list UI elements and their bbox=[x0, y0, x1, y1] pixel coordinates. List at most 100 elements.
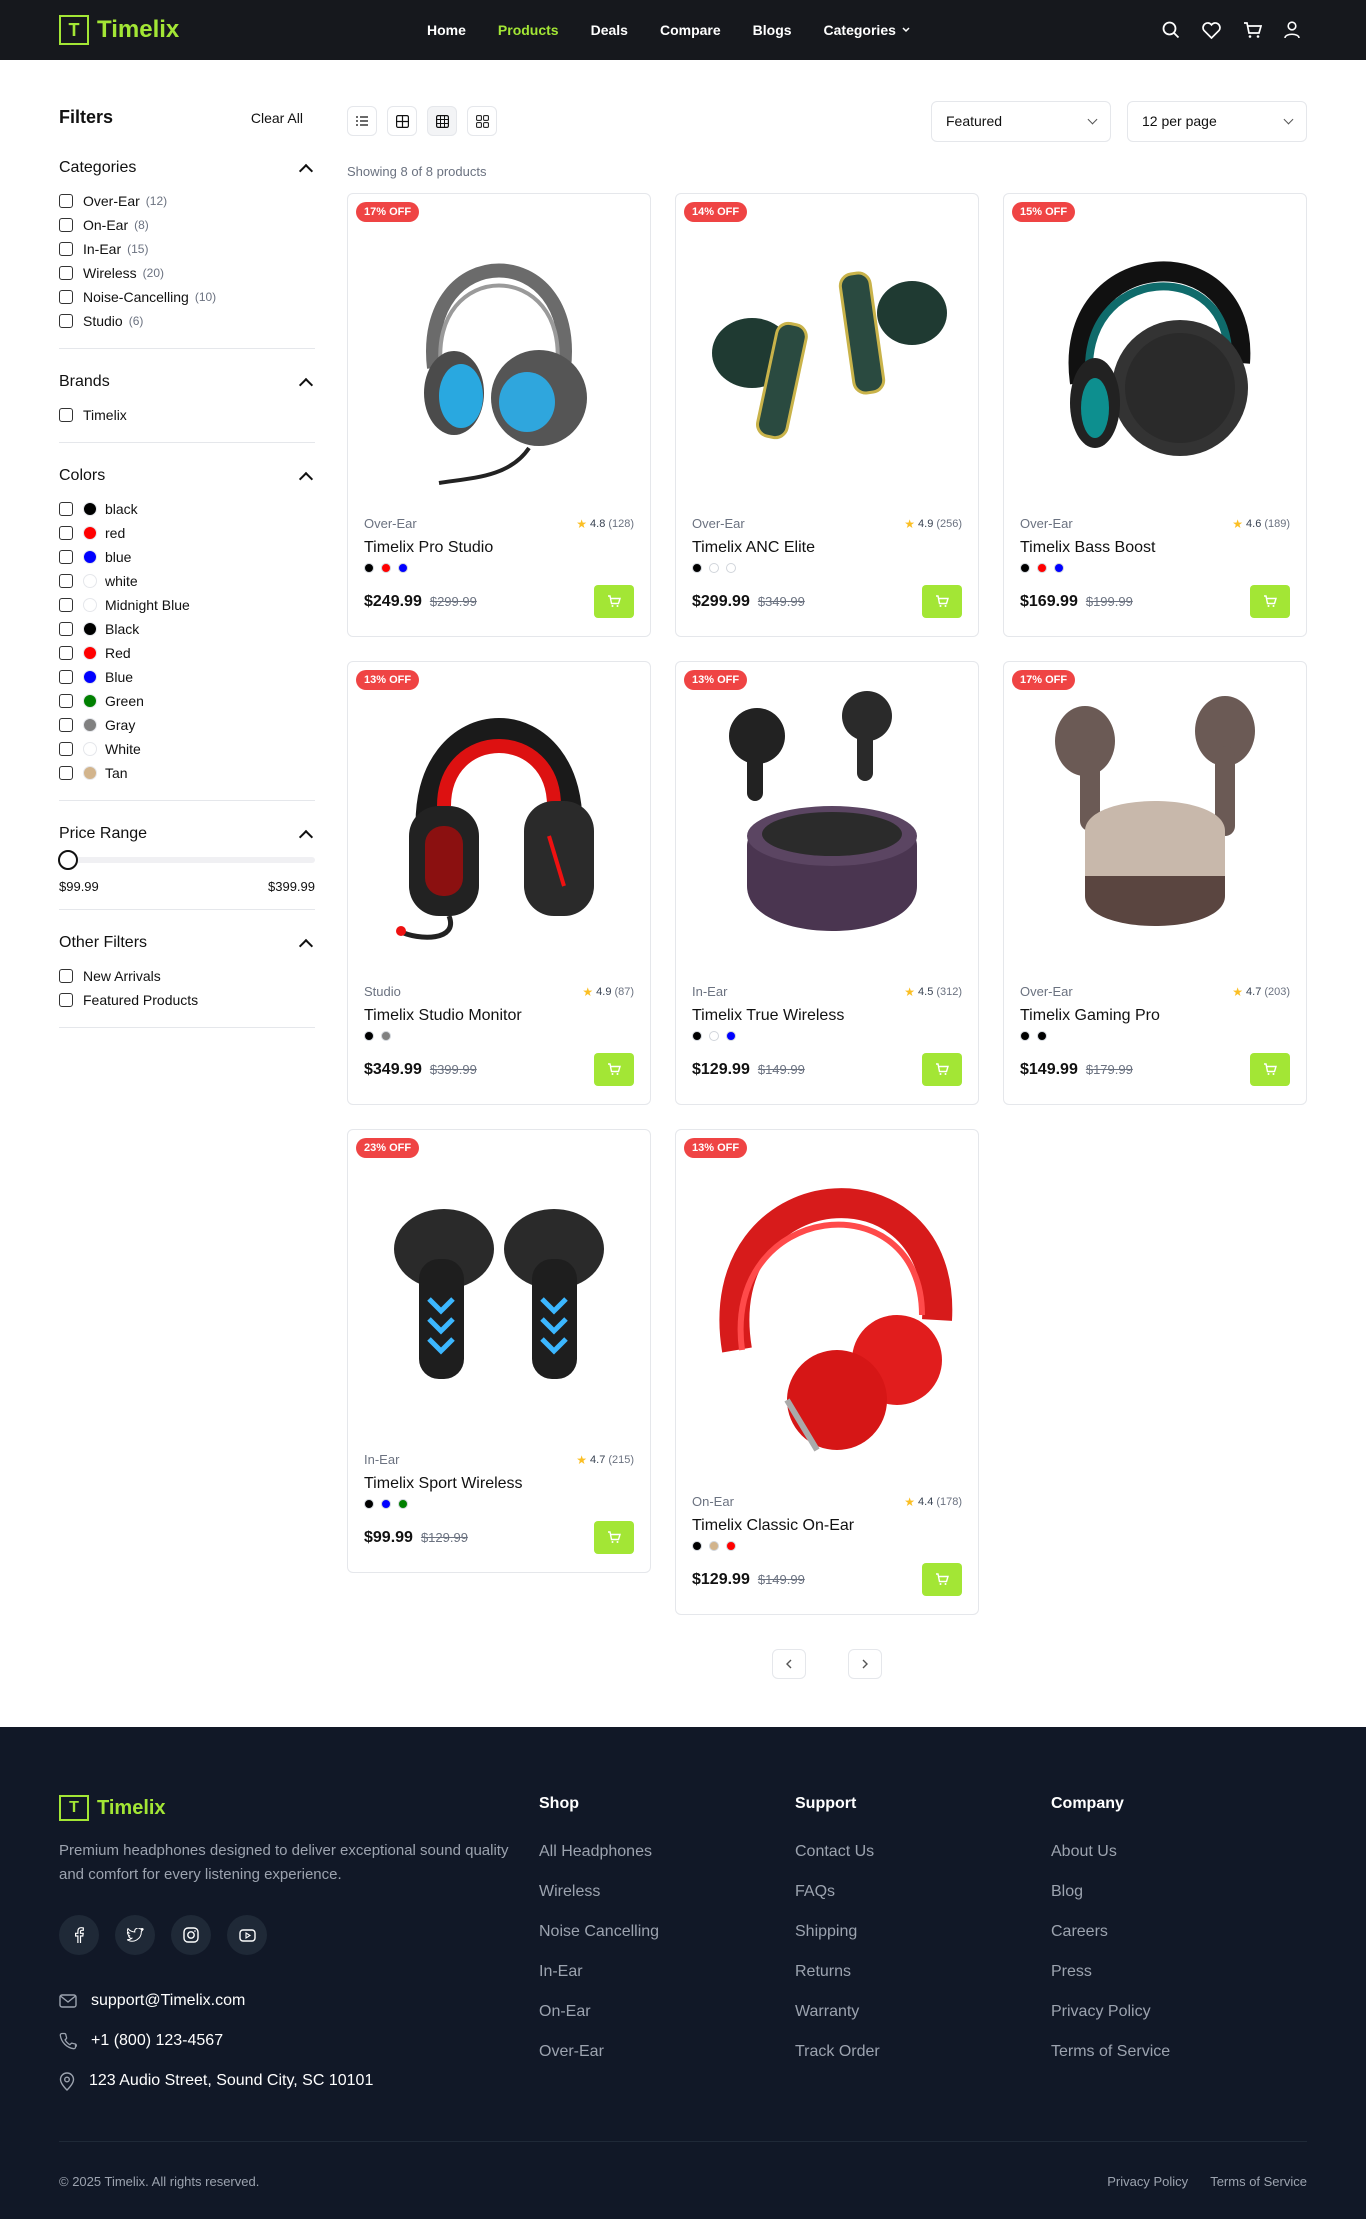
instagram-icon[interactable] bbox=[171, 1915, 211, 1955]
product-name[interactable]: Timelix Studio Monitor bbox=[364, 1007, 634, 1025]
checkbox[interactable] bbox=[59, 969, 73, 983]
add-to-cart-button[interactable] bbox=[594, 585, 634, 618]
checkbox[interactable] bbox=[59, 242, 73, 256]
checkbox[interactable] bbox=[59, 766, 73, 780]
price-toggle[interactable]: Price Range bbox=[59, 825, 315, 844]
product-card[interactable]: 14% OFF Over-Ear ★ 4.9 (256) Timelix ANC Elit… bbox=[675, 193, 979, 637]
color-swatch[interactable] bbox=[364, 1499, 374, 1509]
checkbox[interactable] bbox=[59, 290, 73, 304]
checkbox[interactable] bbox=[59, 598, 73, 612]
footer-link[interactable]: Careers bbox=[1051, 1923, 1307, 1963]
sort-select[interactable]: Featured bbox=[931, 100, 1111, 142]
footer-link[interactable]: Over-Ear bbox=[539, 2043, 795, 2083]
per-page-select[interactable]: 12 per page bbox=[1127, 100, 1307, 142]
color-swatch[interactable] bbox=[381, 563, 391, 573]
checkbox[interactable] bbox=[59, 646, 73, 660]
contact-phone[interactable]: +1 (800) 123-4567 bbox=[59, 2021, 539, 2061]
checkbox[interactable] bbox=[59, 718, 73, 732]
brand-checkbox[interactable]: Timelix bbox=[59, 403, 315, 427]
checkbox[interactable] bbox=[59, 574, 73, 588]
featured-checkbox[interactable]: Featured Products bbox=[59, 988, 315, 1012]
product-name[interactable]: Timelix Pro Studio bbox=[364, 539, 634, 557]
product-name[interactable]: Timelix Gaming Pro bbox=[1020, 1007, 1290, 1025]
facebook-icon[interactable] bbox=[59, 1915, 99, 1955]
color-checkbox[interactable]: white bbox=[59, 569, 315, 593]
logo[interactable]: T Timelix bbox=[59, 15, 179, 45]
footer-link[interactable]: Returns bbox=[795, 1963, 1051, 2003]
grid-3-view-button[interactable] bbox=[427, 106, 457, 136]
checkbox[interactable] bbox=[59, 526, 73, 540]
product-image[interactable] bbox=[1020, 194, 1290, 512]
checkbox[interactable] bbox=[59, 408, 73, 422]
product-name[interactable]: Timelix Bass Boost bbox=[1020, 539, 1290, 557]
product-image[interactable] bbox=[364, 194, 634, 512]
checkbox[interactable] bbox=[59, 266, 73, 280]
footer-link[interactable]: Wireless bbox=[539, 1883, 795, 1923]
color-checkbox[interactable]: Black bbox=[59, 617, 315, 641]
prev-page-button[interactable] bbox=[772, 1649, 806, 1679]
color-swatch[interactable] bbox=[1037, 563, 1047, 573]
search-icon[interactable] bbox=[1162, 21, 1180, 39]
color-swatch[interactable] bbox=[692, 563, 702, 573]
color-swatch[interactable] bbox=[1020, 1031, 1030, 1041]
clear-all-button[interactable]: Clear All bbox=[251, 110, 315, 126]
color-checkbox[interactable]: Red bbox=[59, 641, 315, 665]
color-checkbox[interactable]: Green bbox=[59, 689, 315, 713]
nav-compare[interactable]: Compare bbox=[660, 22, 721, 38]
grid-2-view-button[interactable] bbox=[387, 106, 417, 136]
new-arrivals-checkbox[interactable]: New Arrivals bbox=[59, 964, 315, 988]
price-slider[interactable] bbox=[58, 850, 315, 870]
color-swatch[interactable] bbox=[726, 1541, 736, 1551]
color-swatch[interactable] bbox=[709, 1541, 719, 1551]
color-swatch[interactable] bbox=[692, 1031, 702, 1041]
add-to-cart-button[interactable] bbox=[594, 1053, 634, 1086]
category-checkbox[interactable]: Studio (6) bbox=[59, 309, 315, 333]
checkbox[interactable] bbox=[59, 218, 73, 232]
color-checkbox[interactable]: Blue bbox=[59, 665, 315, 689]
other-toggle[interactable]: Other Filters bbox=[59, 934, 315, 953]
footer-link[interactable]: In-Ear bbox=[539, 1963, 795, 2003]
heart-icon[interactable] bbox=[1202, 21, 1221, 39]
color-checkbox[interactable]: Gray bbox=[59, 713, 315, 737]
footer-link[interactable]: Press bbox=[1051, 1963, 1307, 2003]
color-swatch[interactable] bbox=[709, 563, 719, 573]
product-name[interactable]: Timelix Classic On-Ear bbox=[692, 1517, 962, 1535]
add-to-cart-button[interactable] bbox=[594, 1521, 634, 1554]
nav-products[interactable]: Products bbox=[498, 22, 559, 38]
contact-email[interactable]: support@Timelix.com bbox=[59, 1981, 539, 2021]
checkbox[interactable] bbox=[59, 550, 73, 564]
user-icon[interactable] bbox=[1284, 21, 1300, 39]
color-swatch[interactable] bbox=[1054, 563, 1064, 573]
nav-categories[interactable]: Categories bbox=[824, 22, 911, 38]
footer-link[interactable]: Contact Us bbox=[795, 1843, 1051, 1883]
color-checkbox[interactable]: black bbox=[59, 497, 315, 521]
category-checkbox[interactable]: On-Ear (8) bbox=[59, 213, 315, 237]
color-checkbox[interactable]: Midnight Blue bbox=[59, 593, 315, 617]
footer-logo[interactable]: T Timelix bbox=[59, 1795, 539, 1821]
product-image[interactable] bbox=[364, 1130, 634, 1448]
color-swatch[interactable] bbox=[726, 1031, 736, 1041]
footer-link[interactable]: On-Ear bbox=[539, 2003, 795, 2043]
color-swatch[interactable] bbox=[1020, 563, 1030, 573]
product-name[interactable]: Timelix True Wireless bbox=[692, 1007, 962, 1025]
add-to-cart-button[interactable] bbox=[1250, 585, 1290, 618]
product-image[interactable] bbox=[364, 662, 634, 980]
footer-link[interactable]: All Headphones bbox=[539, 1843, 795, 1883]
color-swatch[interactable] bbox=[1037, 1031, 1047, 1041]
product-card[interactable]: 17% OFF Over-Ear ★ 4.8 (128) Timelix Pro Stud… bbox=[347, 193, 651, 637]
product-image[interactable] bbox=[692, 1130, 962, 1490]
category-checkbox[interactable]: In-Ear (15) bbox=[59, 237, 315, 261]
add-to-cart-button[interactable] bbox=[922, 1563, 962, 1596]
price-slider-thumb[interactable] bbox=[58, 850, 78, 870]
color-checkbox[interactable]: White bbox=[59, 737, 315, 761]
color-checkbox[interactable]: Tan bbox=[59, 761, 315, 785]
color-swatch[interactable] bbox=[709, 1031, 719, 1041]
footer-link[interactable]: Terms of Service bbox=[1051, 2043, 1307, 2083]
color-swatch[interactable] bbox=[364, 1031, 374, 1041]
footer-link[interactable]: Noise Cancelling bbox=[539, 1923, 795, 1963]
nav-home[interactable]: Home bbox=[427, 22, 466, 38]
privacy-link[interactable]: Privacy Policy bbox=[1107, 2174, 1188, 2189]
color-swatch[interactable] bbox=[381, 1499, 391, 1509]
footer-link[interactable]: Warranty bbox=[795, 2003, 1051, 2043]
color-swatch[interactable] bbox=[726, 563, 736, 573]
